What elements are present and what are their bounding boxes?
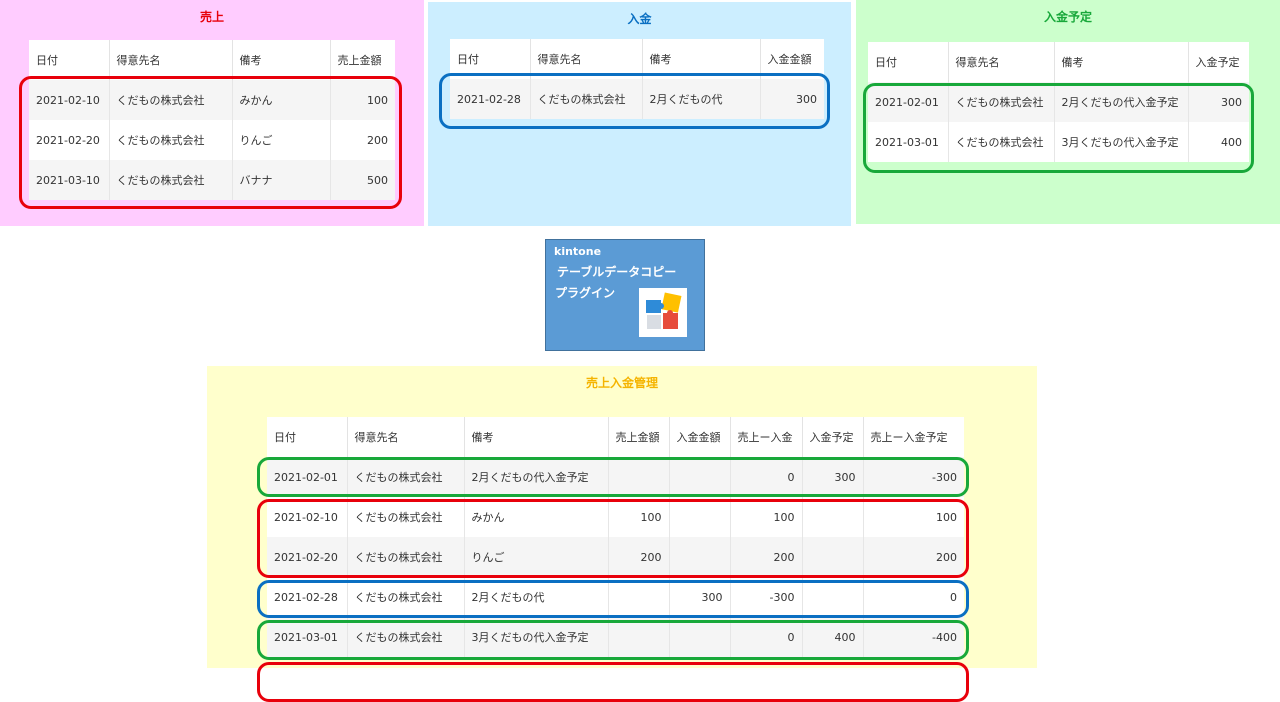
summary-highlight-sales (257, 499, 969, 578)
deposit-highlight (439, 73, 830, 129)
header-scheduled-amount: 入金予定 (1195, 56, 1240, 69)
header-sales-amount: 売上金額 (337, 54, 382, 67)
header-date: 日付 (29, 40, 110, 80)
header-date: 日付 (868, 42, 949, 82)
sales-title: 売上 (199, 10, 224, 24)
header-sales-minus-deposit: 売上ー入金 (730, 417, 803, 457)
sales-table-header: 日付 得意先名 備考 売上金額 (29, 40, 395, 80)
schedule-table-header: 日付 得意先名 備考 入金予定 (868, 42, 1249, 82)
deposit-title: 入金 (627, 12, 652, 26)
schedule-title: 入金予定 (1043, 10, 1092, 24)
header-deposit-amount: 入金金額 (669, 417, 731, 457)
summary-highlight-deposit (257, 580, 969, 618)
plugin-brand: kintone (554, 245, 602, 258)
plugin-name-line1: テーブルデータコピー (557, 265, 677, 279)
summary-highlight-schedule-mar (257, 620, 969, 660)
summary-highlight-schedule-feb (257, 457, 969, 497)
summary-panel: 売上入金管理 日付 得意先名 備考 売上金額 入金金額 売上ー入金 入金予定 売… (207, 366, 1037, 702)
header-note: 備考 (464, 417, 609, 457)
schedule-highlight (863, 83, 1254, 173)
sales-highlight (19, 76, 402, 209)
header-customer: 得意先名 (948, 42, 1055, 82)
header-sales-minus-scheduled: 売上ー入金予定 (870, 431, 948, 444)
header-note: 備考 (232, 40, 331, 80)
plugin-name-line2: プラグイン (555, 286, 616, 300)
summary-highlight-sales-partial (257, 662, 969, 702)
summary-table-header: 日付 得意先名 備考 売上金額 入金金額 売上ー入金 入金予定 売上ー入金予定 (267, 417, 964, 457)
header-note: 備考 (1054, 42, 1189, 82)
deposit-panel: 入金 日付 得意先名 備考 入金金額 2021-02-28 くだもの株式会社 2… (428, 2, 851, 226)
header-customer: 得意先名 (109, 40, 233, 80)
header-sales-amount: 売上金額 (608, 417, 670, 457)
schedule-panel: 入金予定 日付 得意先名 備考 入金予定 2021-02-01 くだもの株式会社… (856, 0, 1280, 224)
plugin-box: kintone テーブルデータコピー プラグイン (545, 239, 705, 351)
header-date: 日付 (267, 417, 348, 457)
header-customer: 得意先名 (347, 417, 465, 457)
summary-title: 売上入金管理 (585, 376, 658, 390)
puzzle-icon (639, 288, 687, 337)
sales-panel: 売上 日付 得意先名 備考 売上金額 2021-02-10 くだもの株式会社 み… (0, 0, 424, 226)
header-scheduled-amount: 入金予定 (802, 417, 864, 457)
